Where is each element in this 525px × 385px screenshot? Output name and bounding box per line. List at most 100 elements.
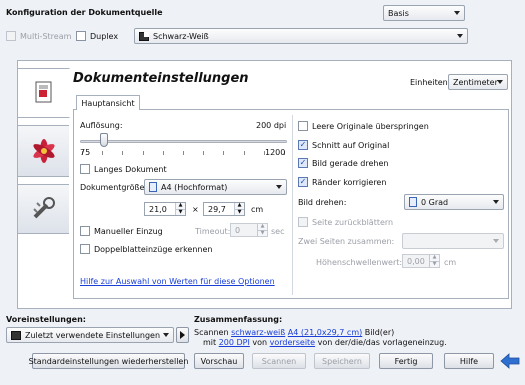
manual-feed-label: Manueller Einzug	[94, 226, 163, 236]
times-sign: ×	[192, 205, 199, 214]
skip-blank-checkbox[interactable]: Leere Originale überspringen	[298, 121, 429, 131]
deskew-checkbox[interactable]: ✓ Bild gerade drehen	[298, 158, 388, 168]
summary-line-2: mit 200 DPI von vorderseite von der/die/…	[203, 338, 447, 347]
help-button[interactable]: Hilfe	[444, 353, 494, 369]
duplex-label: Duplex	[90, 31, 119, 41]
skip-blank-label: Leere Originale überspringen	[312, 121, 429, 131]
checkbox-box: ✓	[298, 158, 308, 168]
crop-checkbox[interactable]: ✓ Schnitt auf Original	[298, 140, 389, 150]
summary-size-link[interactable]: A4 (21,0x29,7 cm)	[288, 328, 362, 337]
chevron-down-icon	[163, 333, 169, 337]
double-feed-label: Doppelblatteinzüge erkennen	[94, 244, 213, 254]
width-value: 21,0	[149, 204, 167, 214]
wrench-icon	[32, 197, 55, 219]
column-divider	[292, 115, 293, 295]
play-icon	[180, 331, 185, 339]
summary-dpi-link[interactable]: 200 DPI	[219, 338, 250, 347]
summary-text: Scannen	[194, 328, 232, 337]
checkbox-box: ✓	[298, 140, 308, 150]
tab-device-settings[interactable]	[17, 184, 69, 234]
timeout-value: 0	[235, 225, 241, 235]
page-icon	[149, 182, 157, 192]
back-arrow-icon[interactable]	[500, 352, 520, 372]
checkbox-box	[76, 31, 86, 41]
checkbox-box	[80, 226, 90, 236]
summary-line-1: Scannen schwarz-weiß A4 (21,0x29,7 cm) B…	[194, 328, 394, 337]
scan-button[interactable]: Scannen	[252, 353, 306, 369]
width-spinner[interactable]: 21,0 ▲ ▼	[144, 202, 186, 216]
edges-checkbox[interactable]: ✓ Ränder korrigieren	[298, 177, 386, 187]
manual-feed-checkbox[interactable]: Manueller Einzug	[80, 226, 163, 236]
restore-defaults-button[interactable]: Standardeinstellungen wiederherstellen	[29, 353, 188, 369]
mode-select[interactable]: Basis	[383, 5, 465, 21]
height-threshold-label: Höhenschwellenwert:	[316, 258, 403, 267]
presets-icon	[11, 330, 21, 340]
tab-main-view[interactable]: Hauptansicht	[76, 95, 140, 110]
checkbox-box	[298, 121, 308, 131]
rotate-value: 0 Grad	[421, 197, 449, 207]
units-label: Einheiten:	[410, 78, 451, 87]
save-button[interactable]: Speichern	[314, 353, 370, 369]
source-config-title: Konfiguration der Dokumentquelle	[6, 8, 163, 17]
spin-down-icon[interactable]: ▼	[235, 208, 244, 215]
preview-button[interactable]: Vorschau	[194, 353, 244, 369]
merge-label: Zwei Seiten zusammen:	[298, 237, 395, 246]
slider-ticks	[82, 151, 285, 155]
checkbox-box: ✓	[298, 177, 308, 187]
timeout-spinner[interactable]: 0 ▲ ▼	[230, 223, 268, 237]
rotate-select[interactable]: 0 Grad	[404, 194, 504, 210]
height-threshold-value: 0,00	[407, 256, 425, 266]
doc-size-select[interactable]: A4 (Hochformat)	[144, 179, 287, 195]
long-document-label: Langes Dokument	[94, 164, 167, 174]
presets-next-button[interactable]	[176, 327, 189, 343]
presets-label: Voreinstellungen:	[6, 315, 86, 324]
color-mode-value: Schwarz-Weiß	[153, 31, 209, 41]
summary-text: Bild(er)	[362, 328, 395, 337]
doc-settings-title: Dokumenteinstellungen	[73, 71, 249, 86]
rotate-icon	[409, 197, 417, 207]
summary-side-link[interactable]: vorderseite	[270, 338, 315, 347]
height-threshold-unit: cm	[444, 258, 457, 267]
duplex-checkbox[interactable]: Duplex	[76, 31, 118, 41]
presets-value: Zuletzt verwendete Einstellungen	[25, 330, 161, 340]
tab-document-settings[interactable]	[17, 68, 70, 118]
crop-label: Schnitt auf Original	[312, 140, 390, 150]
flower-icon	[32, 139, 55, 163]
double-feed-checkbox[interactable]: Doppelblatteinzüge erkennen	[80, 244, 212, 254]
height-spinner[interactable]: 29,7 ▲ ▼	[203, 202, 245, 216]
resolution-slider[interactable]	[80, 133, 287, 149]
doc-size-value: A4 (Hochformat)	[161, 182, 228, 192]
rotate-label: Bild drehen:	[298, 198, 347, 207]
summary-text: von der/die/das vorlageneinzug.	[315, 338, 447, 347]
checkbox-box	[6, 31, 16, 41]
height-value: 29,7	[208, 204, 226, 214]
slider-thumb[interactable]	[100, 133, 108, 147]
chevron-down-icon	[493, 200, 499, 204]
help-options-link[interactable]: Hilfe zur Auswahl von Werten für diese O…	[80, 277, 275, 286]
spin-down-icon[interactable]: ▼	[258, 229, 267, 236]
scroll-page-checkbox[interactable]: Seite zurückblättern	[298, 217, 393, 227]
tab-main-view-label: Hauptansicht	[81, 98, 135, 108]
done-button[interactable]: Fertig	[379, 353, 433, 369]
summary-label: Zusammenfassung:	[194, 315, 283, 324]
long-document-checkbox[interactable]: Langes Dokument	[80, 164, 167, 174]
deskew-label: Bild gerade drehen	[312, 158, 389, 168]
scroll-page-label: Seite zurückblättern	[312, 217, 394, 227]
units-select[interactable]: Zentimeter	[448, 74, 508, 90]
chevron-down-icon	[493, 239, 499, 243]
summary-text: mit	[203, 338, 219, 347]
presets-select[interactable]: Zuletzt verwendete Einstellungen	[6, 327, 174, 343]
resolution-value: 200 dpi	[256, 121, 287, 130]
chevron-down-icon	[276, 185, 282, 189]
spin-down-icon[interactable]: ▼	[176, 208, 185, 215]
color-mode-icon	[139, 31, 149, 41]
height-threshold-spinner[interactable]: 0,00 ▲ ▼	[402, 254, 440, 268]
summary-color-link[interactable]: schwarz-weiß	[231, 328, 285, 337]
spin-down-icon[interactable]: ▼	[430, 260, 439, 267]
color-mode-select[interactable]: Schwarz-Weiß	[134, 28, 468, 44]
merge-select[interactable]	[402, 233, 504, 249]
slider-min-label: 75	[80, 148, 91, 157]
tab-image-settings[interactable]	[17, 125, 69, 177]
multistream-checkbox[interactable]: Multi-Stream	[6, 31, 71, 41]
chevron-down-icon	[454, 11, 460, 15]
